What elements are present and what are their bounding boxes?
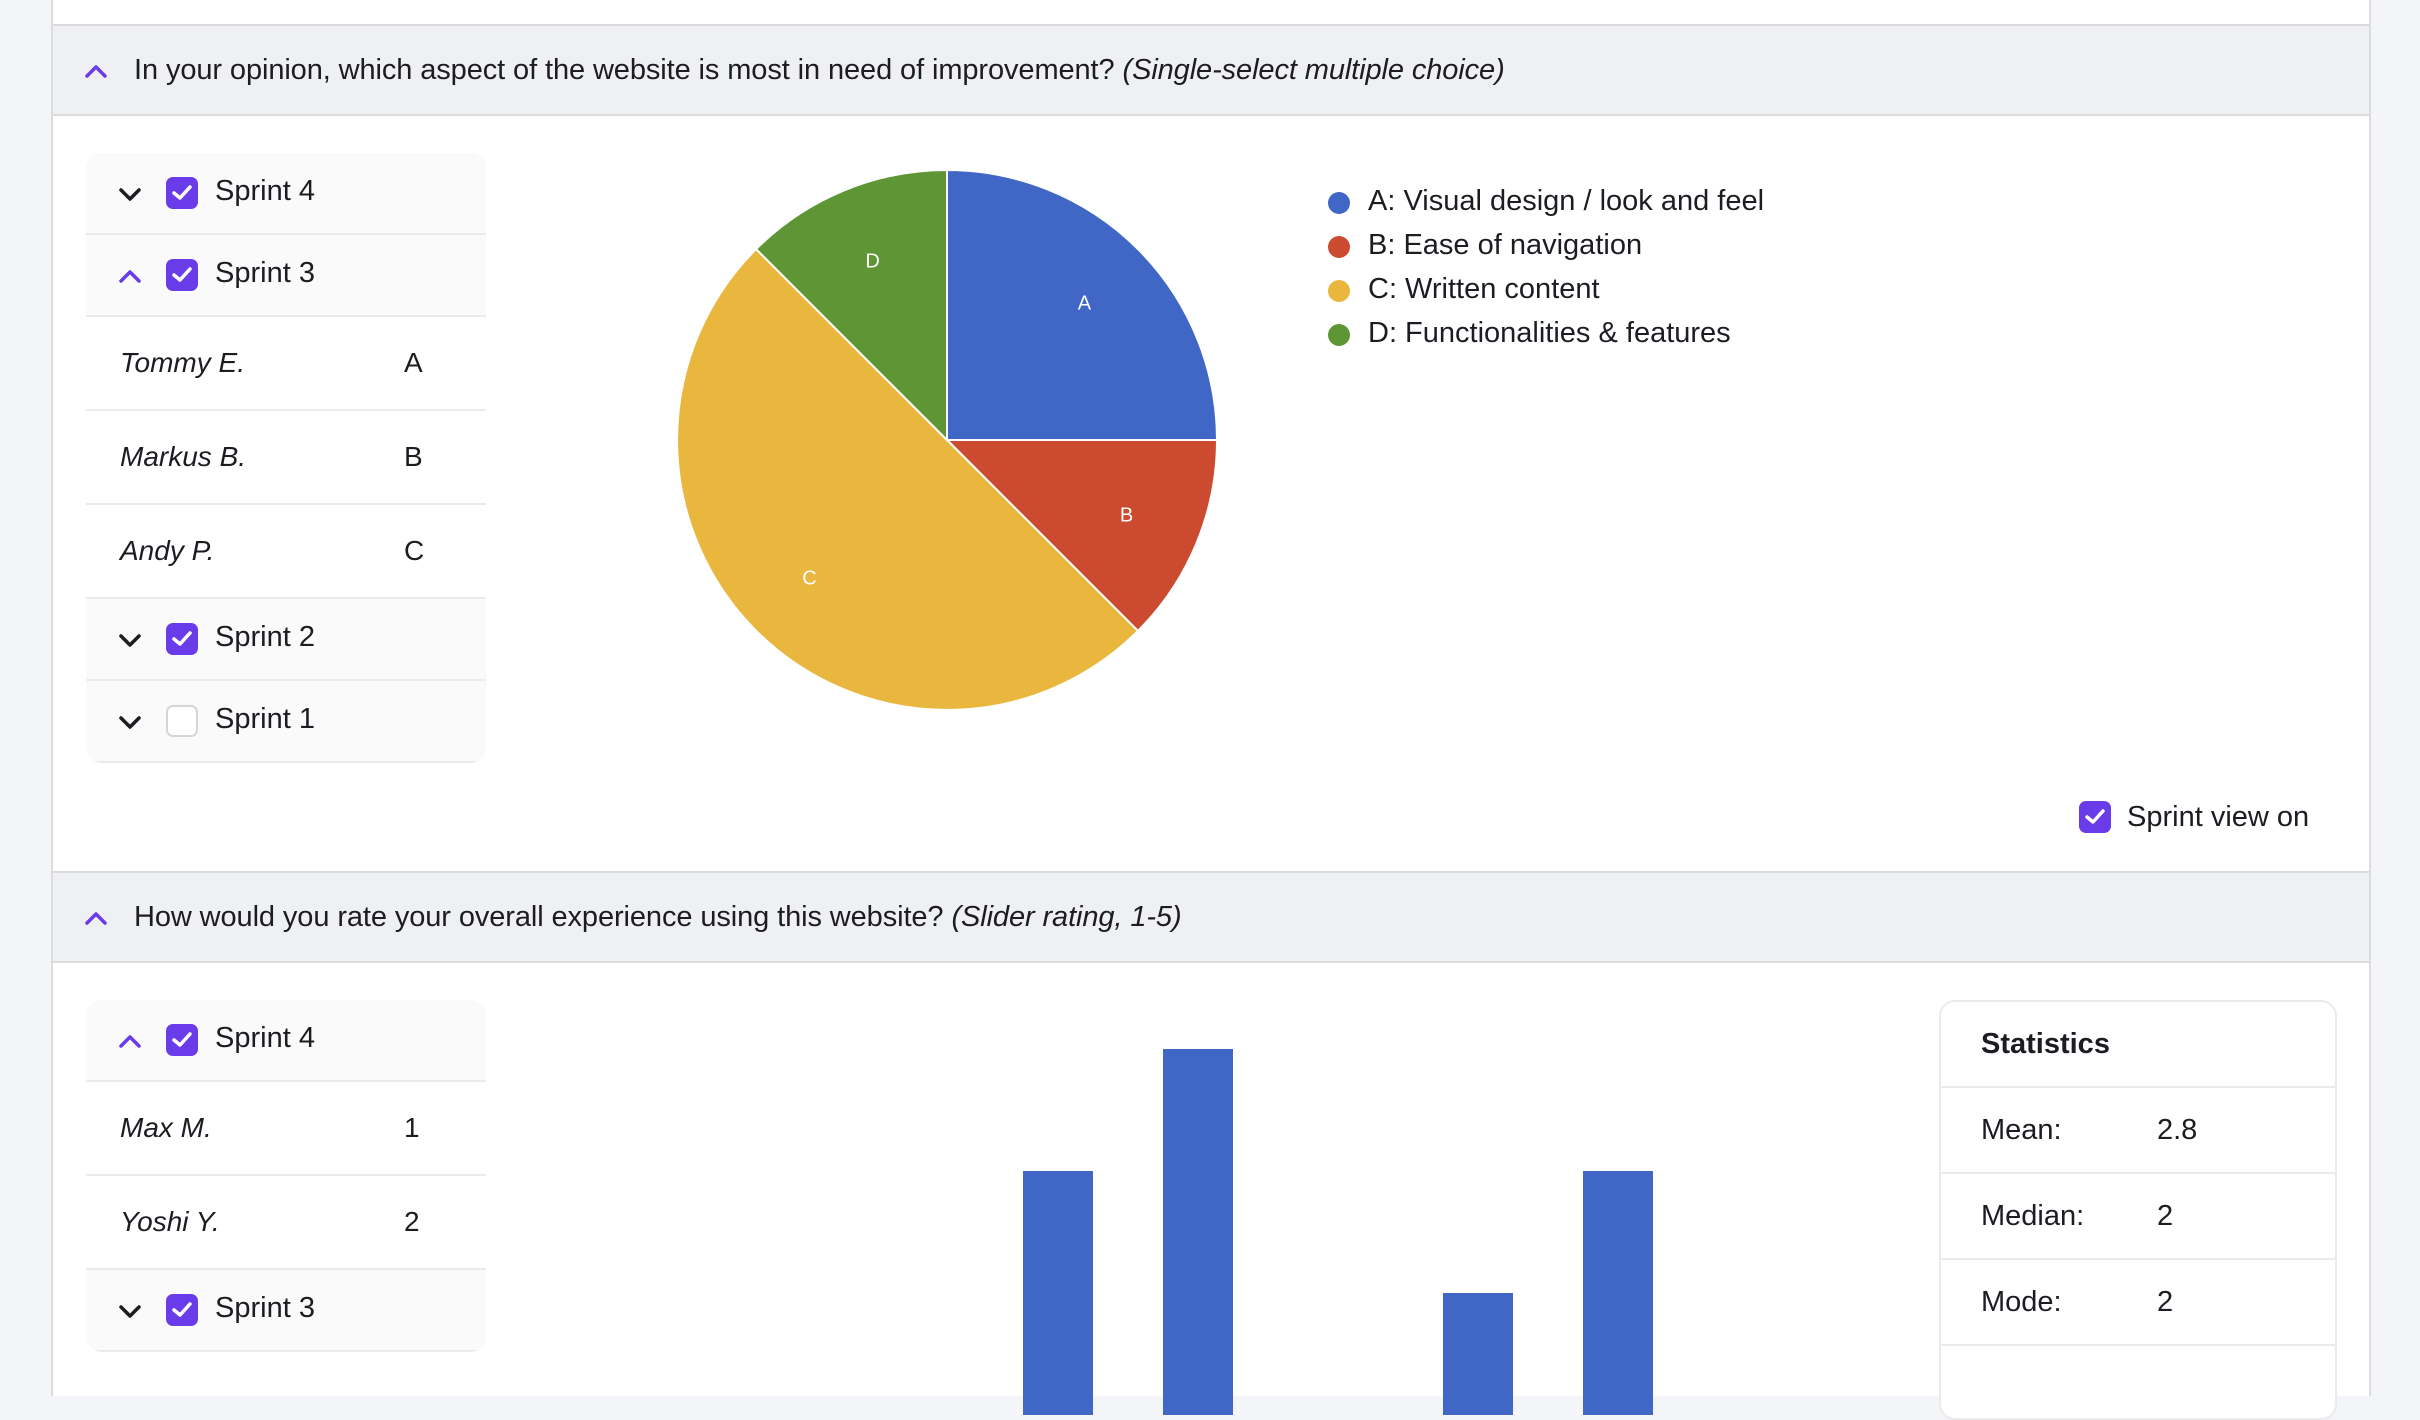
respondent-name: Tommy E. [120,347,245,378]
question-type: (Slider rating, 1-5) [951,900,1182,933]
legend-dot-icon [1328,280,1350,302]
respondent-name: Markus B. [120,441,247,472]
respondent-name: Andy P. [120,535,215,566]
stat-label: Median: [1981,1200,2085,1232]
check-icon [172,267,192,282]
response-value: 2 [404,1206,420,1237]
stat-label: Mode: [1981,1286,2062,1318]
sprint-list: Sprint 4 Sprint 3 Tommy E. A Markus B. B Andy … [86,153,486,763]
sprint-checkbox[interactable] [166,1024,198,1056]
question-type: (Single-select multiple choice) [1122,53,1505,86]
chevron-up-icon[interactable] [117,1028,143,1054]
statistics-row-mean: Mean: 2.8 [1941,1088,2335,1174]
sprint-row[interactable]: Sprint 2 [86,599,486,681]
response-row: Markus B. B [86,411,486,505]
sprint-checkbox[interactable] [166,623,198,655]
pie-chart: A B C D [676,168,1219,711]
statistics-row-median: Median: 2 [1941,1174,2335,1260]
sprint-label: Sprint 4 [215,1022,315,1054]
sprint-row[interactable]: Sprint 4 [86,153,486,235]
sprint-label: Sprint 2 [215,621,315,653]
response-row: Max M. 1 [86,1082,486,1176]
check-icon [172,1302,192,1317]
stat-value: 2 [2157,1286,2174,1318]
check-icon [172,631,192,646]
statistics-header: Statistics [1941,1002,2335,1088]
question-title: How would you rate your overall experien… [134,901,1182,934]
sprint-list: Sprint 4 Max M. 1 Yoshi Y. 2 Sprint 3 [86,1000,486,1352]
survey-results-panel: In your opinion, which aspect of the web… [51,0,2371,1420]
legend-label: A: Visual design / look and feel [1368,185,1765,217]
bar-chart [1023,1049,1653,1415]
question-title: In your opinion, which aspect of the web… [134,54,1505,87]
sprint-checkbox[interactable] [166,259,198,291]
respondent-name: Max M. [120,1112,212,1143]
sprint-label: Sprint 1 [215,703,315,735]
legend-label: B: Ease of navigation [1368,229,1643,261]
response-value: C [404,535,425,566]
legend-dot-icon [1328,236,1350,258]
response-value: A [404,347,423,378]
question-header-1[interactable]: In your opinion, which aspect of the web… [53,24,2369,116]
sprint-view-label: Sprint view on [2127,801,2310,833]
sprint-row[interactable]: Sprint 4 [86,1000,486,1082]
response-value: 1 [404,1112,420,1143]
chevron-down-icon[interactable] [117,627,143,653]
stat-value: 2.8 [2157,1114,2198,1146]
sprint-label: Sprint 3 [215,1292,315,1324]
pie-slice-label: C [802,567,816,589]
sprint-checkbox[interactable] [166,177,198,209]
question-text: How would you rate your overall experien… [134,900,944,933]
sprint-checkbox[interactable] [166,1294,198,1326]
question-text: In your opinion, which aspect of the web… [134,53,1115,86]
legend-dot-icon [1328,324,1350,346]
statistics-card: Statistics Mean: 2.8 Median: 2 Mode: 2 [1939,1000,2337,1420]
response-value: B [404,441,423,472]
chevron-up-icon[interactable] [83,905,109,931]
respondent-name: Yoshi Y. [120,1206,220,1237]
bar-rating-2[interactable] [1163,1049,1233,1415]
stat-value: 2 [2157,1200,2174,1232]
check-icon [172,185,192,200]
bar-rating-5[interactable] [1583,1171,1653,1415]
stat-label: Mean: [1981,1114,2062,1146]
response-row: Tommy E. A [86,317,486,411]
bar-rating-4[interactable] [1443,1293,1513,1415]
chevron-up-icon[interactable] [117,263,143,289]
chevron-down-icon[interactable] [117,181,143,207]
sprint-label: Sprint 4 [215,175,315,207]
check-icon [172,1032,192,1047]
statistics-title: Statistics [1981,1028,2110,1060]
sprint-row[interactable]: Sprint 3 [86,1270,486,1352]
sprint-label: Sprint 3 [215,257,315,289]
response-row: Yoshi Y. 2 [86,1176,486,1270]
question-header-2[interactable]: How would you rate your overall experien… [53,871,2369,963]
legend-label: C: Written content [1368,273,1600,305]
chevron-up-icon[interactable] [83,58,109,84]
sprint-row[interactable]: Sprint 3 [86,235,486,317]
chevron-down-icon[interactable] [117,709,143,735]
sprint-row[interactable]: Sprint 1 [86,681,486,763]
pie-slice-label: A [1078,293,1092,315]
check-icon [2085,809,2105,824]
legend-label: D: Functionalities & features [1368,317,1731,349]
sprint-view-checkbox[interactable] [2079,801,2111,833]
response-row: Andy P. C [86,505,486,599]
statistics-row-mode: Mode: 2 [1941,1260,2335,1346]
bar-rating-1[interactable] [1023,1171,1093,1415]
pie-slice-label: D [865,250,879,272]
pie-slice-label: B [1120,504,1133,526]
chevron-down-icon[interactable] [117,1298,143,1324]
sprint-checkbox[interactable] [166,705,198,737]
legend-dot-icon [1328,192,1350,214]
